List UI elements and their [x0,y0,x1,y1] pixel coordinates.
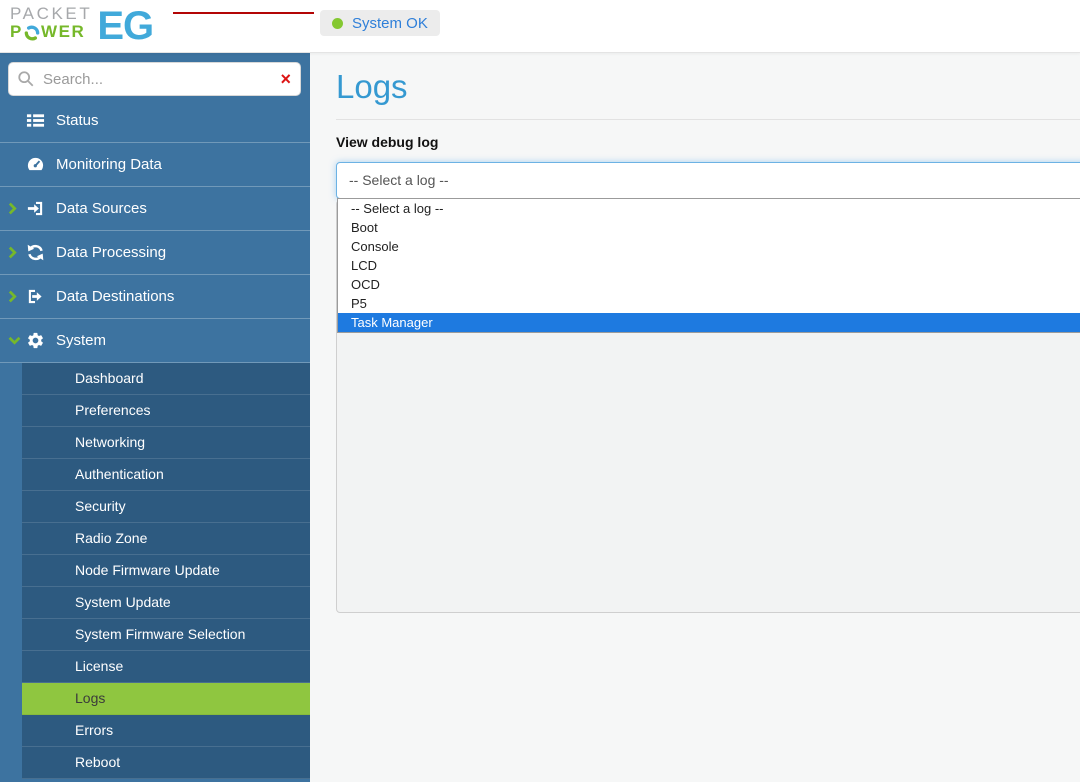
header: PACKET P WER EG System OK [0,0,1080,53]
title-divider [336,119,1080,120]
dropdown-option-console[interactable]: Console [338,237,1080,256]
submenu-item-radio-zone[interactable]: Radio Zone [22,523,310,555]
logo-line2-prefix: P [10,22,23,42]
power-symbol-icon [24,25,40,41]
submenu-item-logs[interactable]: Logs [22,683,310,715]
submenu-item-system-firmware-selection[interactable]: System Firmware Selection [22,619,310,651]
submenu-item-dashboard[interactable]: Dashboard [22,363,310,395]
status-badge-label: System OK [352,14,428,32]
submenu-item-networking[interactable]: Networking [22,427,310,459]
chevron-down-icon [8,336,24,345]
status-dot-icon [332,17,343,29]
chevron-right-icon [8,202,24,215]
search-input[interactable] [8,62,301,96]
system-status-badge: System OK [320,10,440,36]
clear-search-icon[interactable]: × [280,67,291,91]
dropdown-option-ocd[interactable]: OCD [338,275,1080,294]
list-icon [26,111,50,130]
view-debug-log-label: View debug log [336,134,439,150]
log-dropdown-list: -- Select a log -- Boot Console LCD OCD P5 Tas… [337,198,1080,333]
submenu-item-security[interactable]: Security [22,491,310,523]
sidebar-item-status[interactable]: Status [0,99,310,143]
log-select[interactable]: -- Select a log -- [336,162,1080,199]
submenu-item-authentication[interactable]: Authentication [22,459,310,491]
main-content: Logs View debug log -- Select a log -- -… [310,53,1080,782]
search-box: × [8,62,301,96]
sidebar-item-data-processing[interactable]: Data Processing [0,231,310,275]
top-red-line [173,12,314,14]
sidebar-item-data-destinations[interactable]: Data Destinations [0,275,310,319]
submenu-item-system-update[interactable]: System Update [22,587,310,619]
logo-line1: PACKET [10,4,93,23]
sign-in-icon [26,199,50,218]
search-icon [17,70,35,88]
dropdown-option-p5[interactable]: P5 [338,294,1080,313]
page-title: Logs [336,68,408,105]
gauge-icon [26,155,50,174]
submenu-item-errors[interactable]: Errors [22,715,310,747]
dropdown-option-select-a-log[interactable]: -- Select a log -- [338,199,1080,218]
page: PACKET P WER EG System OK Search... × St… [0,0,1080,782]
sidebar-item-label: Status [56,112,99,129]
logo-line2-suffix: WER [40,22,86,42]
sidebar-item-data-sources[interactable]: Data Sources [0,187,310,231]
chevron-right-icon [8,290,24,303]
refresh-icon [26,243,50,262]
logo-product: EG [97,4,154,48]
sidebar-item-label: Data Processing [56,244,167,261]
submenu-item-reboot[interactable]: Reboot [22,747,310,779]
sidebar-nav: Status Monitoring Data Data Sources Data Pr… [0,99,310,779]
gear-icon [26,331,50,350]
packet-power-logo: PACKET P WER EG [10,4,154,48]
sidebar-item-label: Monitoring Data [56,156,162,173]
sidebar: × Status Monitoring Data Data Sources Data … [0,53,310,782]
system-submenu: Dashboard Preferences Networking Authentica… [22,363,310,779]
log-select-value: -- Select a log -- [349,172,449,188]
sidebar-item-label: System [56,332,107,349]
sign-out-icon [26,287,50,306]
sidebar-item-system[interactable]: System [0,319,310,363]
sidebar-item-monitoring-data[interactable]: Monitoring Data [0,143,310,187]
dropdown-option-boot[interactable]: Boot [338,218,1080,237]
submenu-item-preferences[interactable]: Preferences [22,395,310,427]
dropdown-option-task-manager[interactable]: Task Manager [338,313,1080,332]
sidebar-item-label: Data Destinations [56,288,175,305]
chevron-right-icon [8,246,24,259]
submenu-item-license[interactable]: License [22,651,310,683]
sidebar-item-label: Data Sources [56,200,147,217]
dropdown-option-lcd[interactable]: LCD [338,256,1080,275]
submenu-item-node-firmware-update[interactable]: Node Firmware Update [22,555,310,587]
